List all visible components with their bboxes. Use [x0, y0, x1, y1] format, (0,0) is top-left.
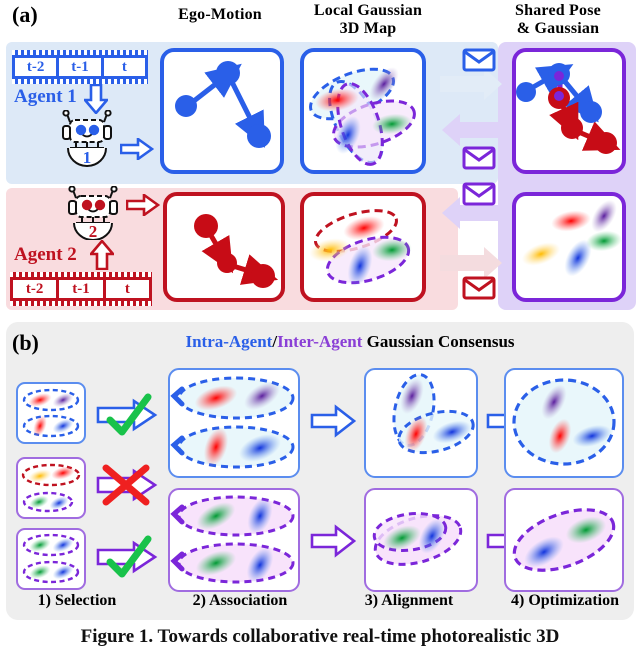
- agent2-label: Agent 2: [14, 244, 77, 265]
- agent1-robot-icon: 1: [62, 110, 112, 167]
- panel-a-label: (a): [12, 2, 38, 27]
- step-label-selection: 1) Selection: [37, 592, 117, 609]
- alignment-panel-intra: [364, 368, 478, 478]
- shared-gaussian-blobs: [521, 199, 622, 277]
- header-ego-motion: Ego-Motion: [178, 6, 262, 23]
- message-envelope-upload-agent2[interactable]: [462, 276, 496, 300]
- title-intra-agent: Intra-Agent: [185, 332, 273, 351]
- title-inter-agent: Inter-Agent: [277, 332, 363, 351]
- agent2-right-arrow: [126, 194, 160, 216]
- agent1-gaussian-blobs: [309, 67, 416, 166]
- agent1-ego-motion-panel: [160, 48, 284, 174]
- film-sprockets-bottom: [10, 301, 152, 306]
- robot-eye: [75, 124, 87, 136]
- shared-pose-panel: [512, 48, 626, 174]
- agent1-filmstrip: t-2 t-1 t: [12, 50, 148, 84]
- agent2-filmstrip: t-2 t-1 t: [10, 272, 152, 306]
- robot-eye: [94, 199, 106, 211]
- agent2-trajectory: [194, 214, 279, 288]
- association-panel-intra: [168, 368, 300, 478]
- frame-cell: t-2: [10, 277, 57, 301]
- frame-cell: t-2: [12, 55, 57, 79]
- agent2-local-gaussian-map: [300, 192, 426, 302]
- upload-arrow-agent2: [440, 247, 502, 279]
- message-envelope-upload-agent1[interactable]: [462, 48, 496, 72]
- agent2-ego-motion-panel: [163, 192, 285, 302]
- step-label-association: 2) Association: [192, 592, 288, 609]
- download-arrow-agent1: [442, 114, 504, 146]
- association-to-alignment-arrow-intra: [310, 404, 356, 438]
- film-sprockets-bottom: [12, 79, 148, 84]
- robot-eye: [88, 124, 100, 136]
- agent1-label: Agent 1: [14, 86, 77, 107]
- frame-cell: t-1: [56, 277, 103, 301]
- frame-cell: t: [102, 277, 152, 301]
- robot-number: 2: [89, 222, 98, 240]
- agent1-local-gaussian-map: [300, 48, 426, 174]
- header-shared-pose-and-gaussian: Shared Pose & Gaussian: [515, 2, 601, 37]
- association-to-alignment-arrow-inter: [310, 524, 356, 558]
- message-envelope-download-agent1[interactable]: [462, 146, 496, 170]
- figure-caption: Figure 1. Towards collaborative real-tim…: [80, 626, 560, 647]
- frame-cell: t: [100, 55, 148, 79]
- selection-verdict-cross-inter: [96, 464, 158, 506]
- optimization-panel-inter: [504, 488, 624, 592]
- title-gaussian-consensus: Gaussian Consensus: [362, 332, 515, 351]
- film-cells: t-2 t-1 t: [10, 277, 152, 301]
- panel-b-label: (b): [12, 330, 39, 355]
- selection-panel-inter-rejected: [16, 457, 86, 519]
- robot-number: 1: [83, 148, 92, 167]
- robot-eye: [81, 199, 93, 211]
- agent2-gaussian-blobs: [309, 209, 412, 287]
- optimization-panel-intra: [504, 368, 624, 478]
- shared-pose-graph: [516, 63, 621, 154]
- step-label-optimization: 4) Optimization: [511, 592, 619, 609]
- agent1-right-arrow: [120, 138, 154, 160]
- association-panel-inter: [168, 488, 300, 592]
- message-envelope-download-agent2[interactable]: [462, 182, 496, 206]
- selection-verdict-check-inter: [96, 535, 158, 578]
- film-cells: t-2 t-1 t: [12, 55, 148, 79]
- step-label-alignment: 3) Alignment: [364, 592, 454, 609]
- panel-b-title: Intra-Agent/Inter-Agent Gaussian Consens…: [120, 332, 580, 352]
- alignment-panel-inter: [364, 488, 478, 592]
- agent2-robot-icon: 2: [68, 186, 118, 240]
- shared-gaussian-panel: [512, 192, 626, 302]
- selection-panel-intra: [16, 382, 86, 444]
- figure-root: (a) Ego-Motion Local Gaussian 3D Map Sha…: [0, 0, 640, 648]
- header-local-gaussian-3d-map: Local Gaussian 3D Map: [313, 2, 423, 37]
- agent1-trajectory: [175, 61, 271, 148]
- selection-verdict-check-intra: [96, 393, 158, 436]
- frame-cell: t-1: [56, 55, 101, 79]
- agent2-up-arrow: [90, 240, 114, 270]
- selection-panel-inter-accepted: [16, 528, 86, 590]
